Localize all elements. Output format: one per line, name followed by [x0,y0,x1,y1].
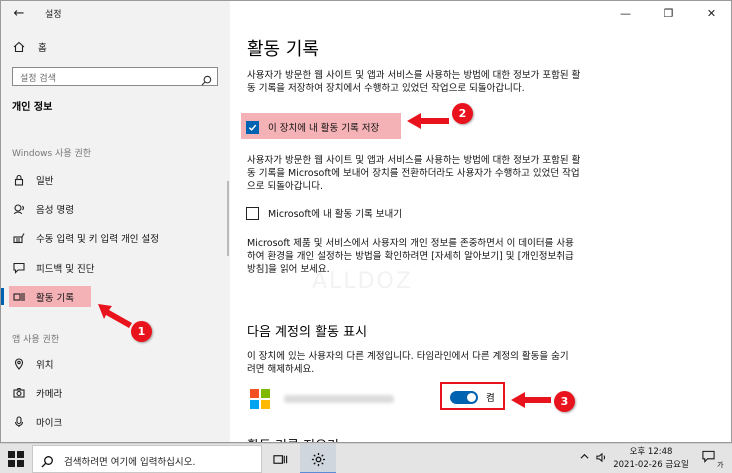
minimize-button[interactable]: — [604,1,647,25]
taskbar-search-placeholder: 검색하려면 여기에 입력하십시오. [64,457,196,468]
sidebar-item-label: 음성 명령 [36,205,74,216]
activity-description: 사용자가 방문한 웹 사이트 및 앱과 서비스를 사용하는 방법에 대한 정보가… [247,70,581,94]
timeline-icon [12,290,26,304]
page-title: 활동 기록 [247,39,319,60]
nav-home[interactable]: 홈 [12,38,47,56]
store-activity-checkbox[interactable] [246,120,259,134]
window-controls: — ❐ ✕ [604,1,731,25]
accounts-section-description: 이 장치에 있는 사용자의 다른 계정입니다. 타임라인에서 다른 계정의 활동… [247,351,569,375]
search-icon [41,453,54,468]
group-label-app: 앱 사용 권한 [12,335,60,345]
speaker-icon[interactable] [596,452,607,466]
sidebar-item-label: 수동 입력 및 키 입력 개인 설정 [36,234,159,245]
settings-search-input[interactable]: 설정 검색 [12,67,218,86]
sidebar-item-label: 활동 기록 [36,293,74,304]
chevron-up-icon[interactable] [580,452,589,464]
annotation-badge-2: 2 [452,103,473,124]
sidebar-item-label: 마이크 [36,418,63,429]
sidebar-item-location[interactable]: 위치 [1,354,230,374]
search-placeholder: 설정 검색 [20,74,56,84]
sidebar-item-label: 일반 [36,176,54,187]
send-activity-label: Microsoft에 내 활동 기록 보내기 [268,209,402,220]
sidebar-item-label: 카메라 [36,389,63,400]
close-button[interactable]: ✕ [690,1,731,25]
sidebar-item-camera[interactable]: 카메라 [1,383,230,403]
speech-icon [12,202,26,216]
watermark-text: ALLDOZ [312,269,413,294]
settings-window: ← 설정 홈 설정 검색 개인 정보 Windows 사용 권한 일반 음성 명… [0,0,732,443]
app-title: 설정 [45,10,62,20]
annotation-arrow-1 [98,304,132,328]
account-row [250,389,394,409]
store-activity-checkbox-row[interactable]: 이 장치에 내 활동 기록 저장 [246,120,379,134]
microsoft-logo-icon [250,389,270,409]
annotation-arrow-2 [407,113,449,129]
annotation-arrow-3 [511,392,551,408]
clock-date: 2021-02-26 금요일 [613,460,689,470]
taskbar: 검색하려면 여기에 입력하십시오. 오후 12:48 2021-02-26 금요… [0,443,732,473]
sidebar-item-speech[interactable]: 음성 명령 [1,199,230,219]
content-pane: — ❐ ✕ 활동 기록 사용자가 방문한 웹 사이트 및 앱과 서비스를 사용하… [230,1,731,442]
maximize-button[interactable]: ❐ [647,1,690,25]
send-activity-checkbox[interactable] [246,206,259,220]
pen-keyboard-icon [12,231,26,245]
send-activity-checkbox-row[interactable]: Microsoft에 내 활동 기록 보내기 [246,206,402,220]
annotation-badge-3: 3 [554,391,575,412]
microphone-icon [12,415,26,429]
clock-time: 오후 12:48 [629,447,673,457]
feedback-icon [12,261,26,275]
store-activity-label: 이 장치에 내 활동 기록 저장 [268,123,380,134]
sidebar-item-general[interactable]: 일반 [1,170,230,190]
title-bar: ← 설정 [1,1,230,27]
back-button[interactable]: ← [9,4,29,24]
sidebar-section-title: 개인 정보 [12,102,53,113]
sidebar-item-feedback[interactable]: 피드백 및 진단 [1,258,230,278]
taskbar-clock[interactable]: 오후 12:48 2021-02-26 금요일 [611,446,691,472]
sidebar-item-microphone[interactable]: 마이크 [1,412,230,432]
account-email-redacted [284,395,394,403]
privacy-note: Microsoft 제품 및 서비스에서 사용자의 개인 정보를 존중하면서 이… [247,238,574,275]
sidebar: ← 설정 홈 설정 검색 개인 정보 Windows 사용 권한 일반 음성 명… [1,1,230,442]
clear-history-heading: 활동 기록 지우기 [247,435,339,442]
home-label: 홈 [38,43,47,54]
location-icon [12,357,26,371]
taskbar-search-box[interactable]: 검색하려면 여기에 입력하십시오. [32,445,262,473]
task-view-icon[interactable] [272,451,288,467]
sidebar-item-label: 피드백 및 진단 [36,264,95,275]
windows-start-icon[interactable] [8,451,24,467]
sidebar-item-inking-typing[interactable]: 수동 입력 및 키 입력 개인 설정 [1,228,230,248]
camera-icon [12,386,26,400]
send-activity-description: 사용자가 방문한 웹 사이트 및 앱과 서비스를 사용하는 방법에 대한 정보가… [247,155,581,192]
sidebar-scrollbar[interactable] [227,181,229,256]
toggle-knob [467,393,476,402]
ime-indicator[interactable]: 가 [717,460,723,470]
search-icon[interactable] [201,71,213,86]
annotation-frame-toggle: 켬 [440,382,505,410]
accounts-section-title: 다음 계정의 활동 표시 [247,325,368,340]
notification-icon[interactable] [702,450,715,466]
gear-icon[interactable] [310,451,326,467]
lock-icon [12,173,26,187]
account-activity-toggle[interactable] [450,391,478,404]
group-label-windows: Windows 사용 권한 [12,149,92,159]
toggle-state-label: 켬 [486,393,495,404]
home-icon [12,40,26,54]
sidebar-item-label: 위치 [36,360,54,371]
